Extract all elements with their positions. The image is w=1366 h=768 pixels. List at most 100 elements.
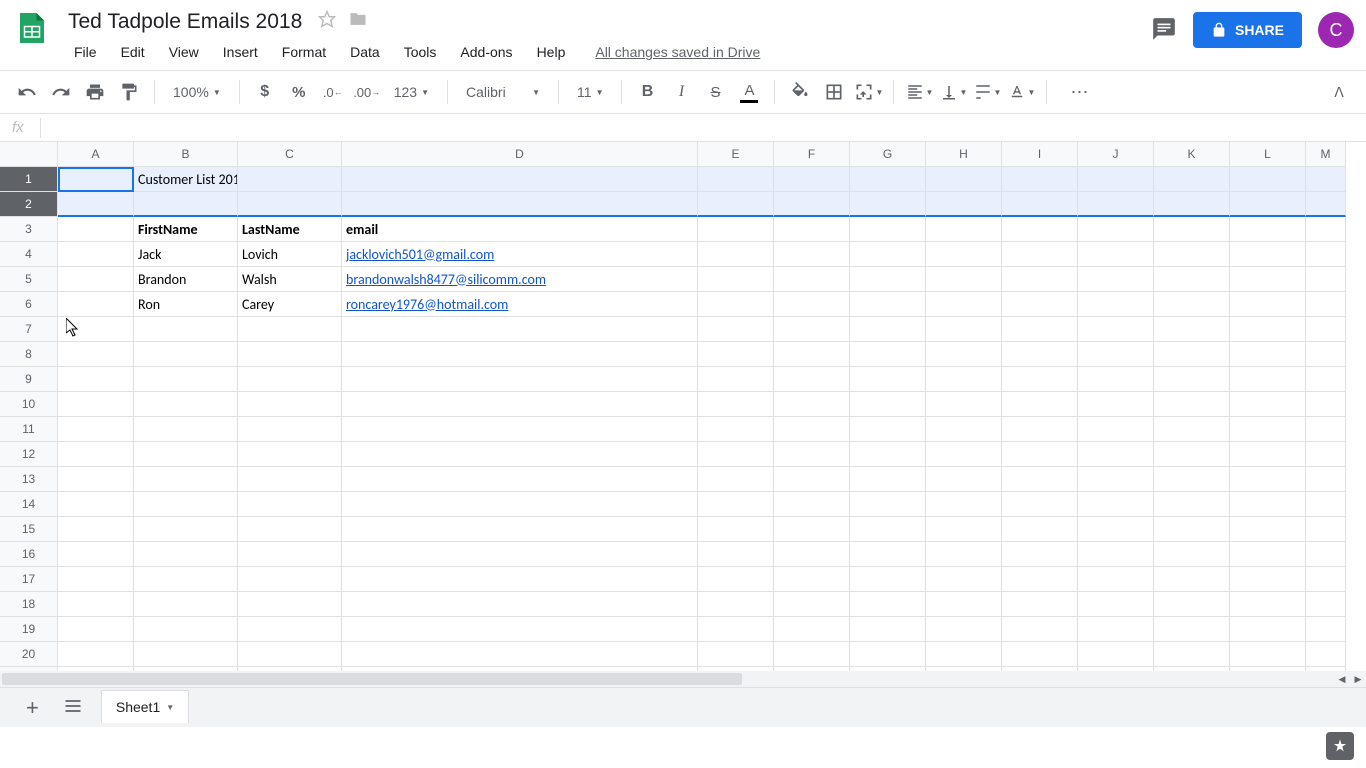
cell[interactable] <box>698 292 774 317</box>
cell[interactable] <box>850 592 926 617</box>
row-header[interactable]: 12 <box>0 442 58 467</box>
cell[interactable] <box>1154 367 1230 392</box>
cell[interactable] <box>850 392 926 417</box>
cell[interactable] <box>774 517 850 542</box>
cell[interactable] <box>1230 592 1306 617</box>
cell[interactable] <box>1306 442 1346 467</box>
cell[interactable] <box>926 467 1002 492</box>
cell[interactable] <box>850 442 926 467</box>
cell[interactable] <box>698 342 774 367</box>
cell[interactable] <box>850 642 926 667</box>
cell[interactable] <box>850 217 926 242</box>
cell[interactable] <box>698 442 774 467</box>
save-status[interactable]: All changes saved in Drive <box>595 44 760 60</box>
cell[interactable] <box>1154 467 1230 492</box>
cell[interactable] <box>926 592 1002 617</box>
row-header[interactable]: 15 <box>0 517 58 542</box>
cell[interactable] <box>926 167 1002 192</box>
cell[interactable] <box>698 242 774 267</box>
cell[interactable] <box>1230 242 1306 267</box>
cell[interactable] <box>1230 342 1306 367</box>
cell[interactable] <box>1230 642 1306 667</box>
cell[interactable] <box>926 642 1002 667</box>
cell[interactable] <box>850 317 926 342</box>
cell[interactable] <box>58 392 134 417</box>
cell[interactable] <box>774 442 850 467</box>
cell[interactable] <box>698 617 774 642</box>
column-header[interactable]: D <box>342 142 698 167</box>
row-header[interactable]: 4 <box>0 242 58 267</box>
cell[interactable] <box>58 167 134 192</box>
cell[interactable] <box>926 442 1002 467</box>
cell[interactable]: Walsh <box>238 267 342 292</box>
cell[interactable] <box>1078 642 1154 667</box>
undo-button[interactable] <box>12 77 42 107</box>
cell[interactable] <box>1002 242 1078 267</box>
text-color-button[interactable]: A <box>734 77 764 107</box>
cell[interactable] <box>1306 592 1346 617</box>
cell[interactable] <box>1078 392 1154 417</box>
row-header[interactable]: 1 <box>0 167 58 192</box>
cell[interactable] <box>134 592 238 617</box>
cell[interactable] <box>342 492 698 517</box>
cell[interactable] <box>134 317 238 342</box>
cell[interactable] <box>850 167 926 192</box>
cell[interactable] <box>1306 242 1346 267</box>
cell[interactable] <box>1002 367 1078 392</box>
cell[interactable] <box>1002 542 1078 567</box>
cell[interactable] <box>926 492 1002 517</box>
cell[interactable] <box>58 592 134 617</box>
cell[interactable] <box>774 392 850 417</box>
cell[interactable] <box>774 292 850 317</box>
menu-edit[interactable]: Edit <box>111 40 155 64</box>
cell[interactable] <box>1306 642 1346 667</box>
cell[interactable] <box>58 567 134 592</box>
text-wrap-button[interactable]: ▼ <box>972 77 1002 107</box>
cell[interactable] <box>1002 467 1078 492</box>
strikethrough-button[interactable]: S <box>700 77 730 107</box>
cell[interactable] <box>698 317 774 342</box>
cell[interactable] <box>698 592 774 617</box>
cell[interactable] <box>1002 592 1078 617</box>
cell[interactable] <box>1154 192 1230 217</box>
cell[interactable]: jacklovich501@gmail.com <box>342 242 698 267</box>
cell[interactable] <box>1078 342 1154 367</box>
cell[interactable] <box>1002 417 1078 442</box>
cell[interactable] <box>1002 442 1078 467</box>
scroll-right-icon[interactable]: ▶ <box>1350 671 1366 687</box>
cell[interactable] <box>850 567 926 592</box>
cell[interactable]: brandonwalsh8477@silicomm.com <box>342 267 698 292</box>
cell[interactable]: LastName <box>238 217 342 242</box>
cell[interactable] <box>774 192 850 217</box>
cell[interactable]: Brandon <box>134 267 238 292</box>
percent-button[interactable]: % <box>284 77 314 107</box>
cell[interactable] <box>926 367 1002 392</box>
cell[interactable] <box>1078 567 1154 592</box>
select-all-corner[interactable] <box>0 142 58 167</box>
comments-icon[interactable] <box>1151 16 1177 45</box>
cell[interactable] <box>238 567 342 592</box>
cell[interactable] <box>1078 267 1154 292</box>
cell[interactable] <box>926 417 1002 442</box>
row-header[interactable]: 9 <box>0 367 58 392</box>
increase-decimal-button[interactable]: .00→ <box>352 77 382 107</box>
cell[interactable] <box>850 367 926 392</box>
column-header[interactable]: A <box>58 142 134 167</box>
cell[interactable]: FirstName <box>134 217 238 242</box>
sheet-tab[interactable]: Sheet1▼ <box>101 690 189 723</box>
cell[interactable] <box>58 342 134 367</box>
scroll-left-icon[interactable]: ◀ <box>1334 671 1350 687</box>
cell[interactable] <box>926 517 1002 542</box>
cell[interactable] <box>698 217 774 242</box>
cell[interactable] <box>698 367 774 392</box>
cell[interactable] <box>134 467 238 492</box>
cell[interactable] <box>342 392 698 417</box>
cell[interactable]: Lovich <box>238 242 342 267</box>
share-button[interactable]: SHARE <box>1193 12 1302 48</box>
cell[interactable] <box>698 642 774 667</box>
cell[interactable] <box>58 267 134 292</box>
cell[interactable] <box>342 442 698 467</box>
cell[interactable] <box>1230 567 1306 592</box>
cell[interactable] <box>1078 517 1154 542</box>
cell[interactable] <box>1078 217 1154 242</box>
